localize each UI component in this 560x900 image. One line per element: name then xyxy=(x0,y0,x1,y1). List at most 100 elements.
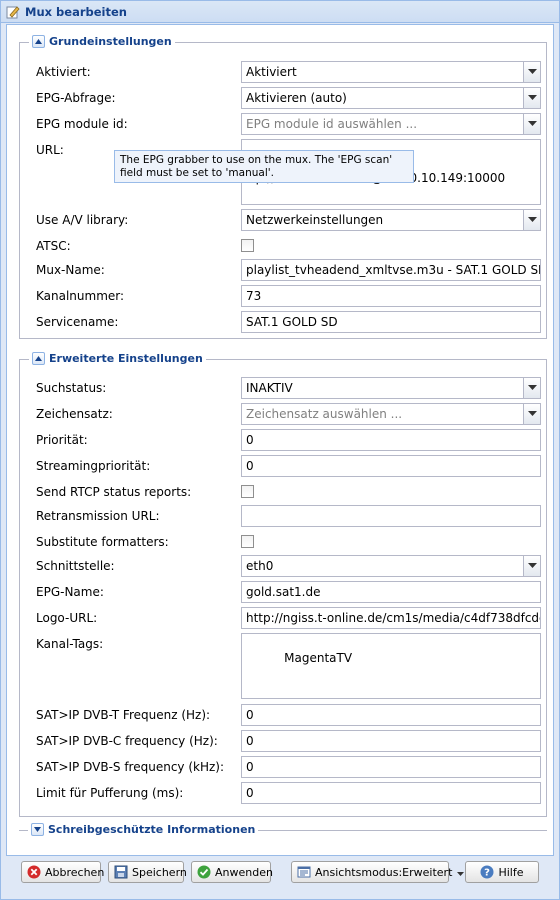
streaming-priority-input[interactable]: 0 xyxy=(241,455,541,477)
row-channel-tags: Kanal-Tags: MagentaTV xyxy=(36,633,541,699)
epg-name-input[interactable]: gold.sat1.de xyxy=(241,581,541,603)
collapse-icon[interactable] xyxy=(32,35,45,48)
window-titlebar[interactable]: Mux bearbeiten xyxy=(1,1,559,23)
expand-icon[interactable] xyxy=(31,823,44,836)
button-bar: Abbrechen Speichern Anwenden Ansichtsmod… xyxy=(19,861,541,885)
enabled-select[interactable]: Aktiviert xyxy=(241,61,541,83)
cancel-icon xyxy=(27,865,41,879)
advanced-settings-title: Erweiterte Einstellungen xyxy=(49,352,203,365)
advanced-settings-fieldset: Erweiterte Einstellungen Suchstatus: INA… xyxy=(19,352,547,817)
epg-label: EPG-Abfrage: xyxy=(36,91,116,105)
help-button[interactable]: ? Hilfe xyxy=(465,861,539,883)
chevron-down-icon xyxy=(457,866,465,879)
dvbs-freq-label: SAT>IP DVB-S frequency (kHz): xyxy=(36,760,225,774)
collapse-icon[interactable] xyxy=(32,352,45,365)
row-streaming-priority: Streamingpriorität: 0 xyxy=(36,455,541,477)
epg-module-label: EPG module id: xyxy=(36,117,128,131)
row-substitute: Substitute formatters: xyxy=(36,531,540,553)
dvbt-freq-input[interactable]: 0 xyxy=(241,704,541,726)
av-library-value: Netzwerkeinstellungen xyxy=(246,213,384,227)
dvbt-freq-label: SAT>IP DVB-T Frequenz (Hz): xyxy=(36,708,211,722)
row-retransmission-url: Retransmission URL: xyxy=(36,505,541,527)
row-logo-url: Logo-URL: http://ngiss.t-online.de/cm1s/… xyxy=(36,607,541,629)
url-label: URL: xyxy=(36,143,64,157)
dvbc-freq-input[interactable]: 0 xyxy=(241,730,541,752)
row-service-name: Servicename: SAT.1 GOLD SD xyxy=(36,311,541,333)
channel-tags-textarea[interactable]: MagentaTV xyxy=(241,633,541,699)
advanced-settings-legend[interactable]: Erweiterte Einstellungen xyxy=(29,352,206,365)
chevron-down-icon[interactable] xyxy=(523,556,540,576)
atsc-label: ATSC: xyxy=(36,239,71,253)
scan-status-select[interactable]: INAKTIV xyxy=(241,377,541,399)
apply-label: Anwenden xyxy=(215,865,273,879)
save-button[interactable]: Speichern xyxy=(108,861,187,883)
atsc-checkbox[interactable] xyxy=(241,239,254,252)
row-mux-name: Mux-Name: playlist_tvheadend_xmltvse.m3u… xyxy=(36,259,541,281)
buffer-limit-input[interactable]: 0 xyxy=(241,782,541,804)
logo-url-label: Logo-URL: xyxy=(36,611,98,625)
epg-module-select[interactable]: EPG module id auswählen ... xyxy=(241,113,541,135)
channel-tags-label: Kanal-Tags: xyxy=(36,637,104,651)
logo-url-input[interactable]: http://ngiss.t-online.de/cm1s/media/c4df… xyxy=(241,607,541,629)
help-icon: ? xyxy=(480,865,494,879)
mux-name-input[interactable]: playlist_tvheadend_xmltvse.m3u - SAT.1 G… xyxy=(241,259,541,281)
chevron-down-icon[interactable] xyxy=(523,378,540,398)
scan-status-value: INAKTIV xyxy=(246,381,293,395)
row-epg-name: EPG-Name: gold.sat1.de xyxy=(36,581,541,603)
priority-input[interactable]: 0 xyxy=(241,429,541,451)
service-name-input[interactable]: SAT.1 GOLD SD xyxy=(241,311,541,333)
channel-number-value: 73 xyxy=(246,289,262,303)
epg-module-placeholder: EPG module id auswählen ... xyxy=(246,117,418,131)
dvbc-freq-value: 0 xyxy=(246,734,254,748)
substitute-label: Substitute formatters: xyxy=(36,535,169,549)
mux-edit-window: Mux bearbeiten Grundeinstellungen Aktivi… xyxy=(0,0,560,900)
dvbs-freq-input[interactable]: 0 xyxy=(241,756,541,778)
enabled-label: Aktiviert: xyxy=(36,65,91,79)
cancel-button[interactable]: Abbrechen xyxy=(21,861,104,883)
save-label: Speichern xyxy=(132,865,187,879)
epg-select[interactable]: Aktivieren (auto) xyxy=(241,87,541,109)
view-mode-label: Ansichtsmodus:Erweitert xyxy=(315,865,453,879)
interface-select[interactable]: eth0 xyxy=(241,555,541,577)
mux-name-value: playlist_tvheadend_xmltvse.m3u - SAT.1 G… xyxy=(246,263,541,277)
rtcp-label: Send RTCP status reports: xyxy=(36,485,192,499)
epg-value: Aktivieren (auto) xyxy=(246,91,347,105)
basic-settings-legend[interactable]: Grundeinstellungen xyxy=(29,35,175,48)
scan-status-label: Suchstatus: xyxy=(36,381,107,395)
priority-label: Priorität: xyxy=(36,433,88,447)
row-charset: Zeichensatz: Zeichensatz auswählen ... xyxy=(36,403,541,425)
mux-name-label: Mux-Name: xyxy=(36,263,105,277)
edit-icon xyxy=(6,5,20,19)
chevron-down-icon[interactable] xyxy=(523,88,540,108)
chevron-down-icon[interactable] xyxy=(523,62,540,82)
retransmission-url-input[interactable] xyxy=(241,505,541,527)
row-epg: EPG-Abfrage: Aktivieren (auto) xyxy=(36,87,541,109)
row-buffer-limit: Limit für Pufferung (ms): 0 xyxy=(36,782,541,804)
chevron-down-icon[interactable] xyxy=(523,404,540,424)
av-library-select[interactable]: Netzwerkeinstellungen xyxy=(241,209,541,231)
basic-settings-fieldset: Grundeinstellungen Aktiviert: Aktiviert … xyxy=(19,35,547,339)
buffer-limit-label: Limit für Pufferung (ms): xyxy=(36,786,184,800)
view-mode-icon xyxy=(297,865,311,879)
row-interface: Schnittstelle: eth0 xyxy=(36,555,541,577)
svg-text:?: ? xyxy=(485,868,491,879)
substitute-checkbox[interactable] xyxy=(241,535,254,548)
epg-name-label: EPG-Name: xyxy=(36,585,104,599)
channel-tags-value: MagentaTV xyxy=(284,651,353,665)
charset-select[interactable]: Zeichensatz auswählen ... xyxy=(241,403,541,425)
view-mode-button[interactable]: Ansichtsmodus:Erweitert xyxy=(291,861,465,883)
row-priority: Priorität: 0 xyxy=(36,429,541,451)
dvbc-freq-label: SAT>IP DVB-C frequency (Hz): xyxy=(36,734,218,748)
window-title: Mux bearbeiten xyxy=(25,4,127,19)
av-library-label: Use A/V library: xyxy=(36,213,129,227)
readonly-legend[interactable]: Schreibgeschützte Informationen xyxy=(28,823,259,836)
dvbs-freq-value: 0 xyxy=(246,760,254,774)
row-dvbs-freq: SAT>IP DVB-S frequency (kHz): 0 xyxy=(36,756,541,778)
channel-number-input[interactable]: 73 xyxy=(241,285,541,307)
chevron-down-icon[interactable] xyxy=(523,114,540,134)
apply-button[interactable]: Anwenden xyxy=(191,861,273,883)
buffer-limit-value: 0 xyxy=(246,786,254,800)
rtcp-checkbox[interactable] xyxy=(241,485,254,498)
service-name-value: SAT.1 GOLD SD xyxy=(246,315,338,329)
chevron-down-icon[interactable] xyxy=(523,210,540,230)
